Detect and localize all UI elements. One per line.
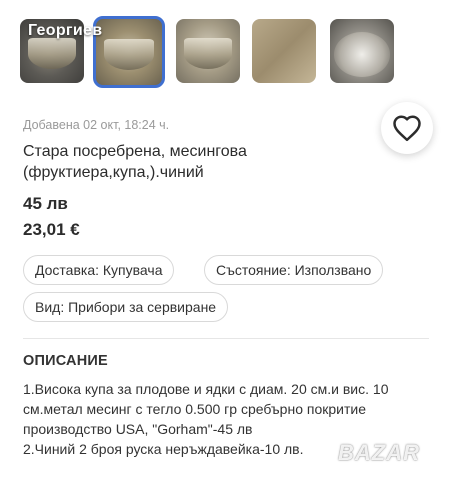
gallery-thumbnail[interactable] [330,19,394,83]
section-divider [23,338,429,339]
seller-name[interactable]: Георгиев [28,22,102,40]
listing-title: Стара посребрена, месингова (фруктиера,к… [23,143,247,181]
description-line: 1.Висока купа за плодове и ядки с диам. … [23,381,389,437]
attribute-chip-delivery: Доставка: Купувача [23,255,175,285]
thumbnail-image [333,31,391,77]
gallery-thumbnail[interactable] [252,19,316,83]
gallery-thumbnail[interactable] [176,19,240,83]
attribute-chip-condition: Състояние: Използвано [204,255,384,285]
photo-gallery: Георгиев [0,0,449,92]
favorite-button[interactable] [381,102,433,154]
attribute-chip-type: Вид: Прибори за сервиране [23,292,229,322]
posted-date: Добавена 02 окт, 18:24 ч. [23,118,170,132]
thumbnail-image [27,38,77,69]
description-heading: ОПИСАНИЕ [23,353,108,369]
heart-outline-icon [393,115,421,142]
price-bgn: 45 лв [23,194,68,213]
thumbnail-image [183,38,233,69]
price-eur: 23,01 € [23,220,80,239]
bazar-watermark-logo: BAZAR [338,440,420,465]
gallery-thumbnail-selected[interactable] [93,16,165,88]
thumbnail-image [103,38,155,71]
